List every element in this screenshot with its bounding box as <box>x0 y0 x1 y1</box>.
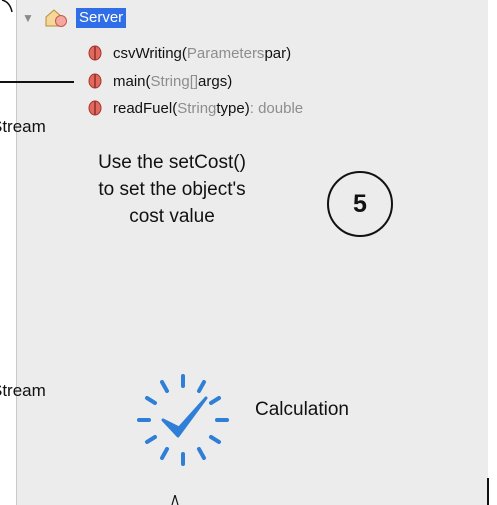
param-type: String[] <box>150 72 199 90</box>
method-icon <box>88 45 102 61</box>
tree-root-row[interactable]: ▼ Server <box>22 7 127 29</box>
panel-right-edge <box>488 0 497 505</box>
method-name: csvWriting( <box>113 44 187 62</box>
param-name: args <box>198 72 228 90</box>
param-name: type <box>216 99 245 117</box>
step-number: 5 <box>353 189 367 218</box>
method-icon <box>88 100 102 116</box>
tree-method-row[interactable]: main(String[] args) <box>88 70 232 92</box>
check-spinner-icon <box>137 374 229 466</box>
return-type: : double <box>249 99 304 117</box>
tree-root-label[interactable]: Server <box>76 8 127 28</box>
arrow-tip-icon <box>171 495 179 505</box>
connector-line <box>0 81 74 83</box>
annotation-text: Use the setCost() to set the object's co… <box>92 149 252 230</box>
param-type: Parameters <box>186 44 265 62</box>
annotation-line: Use the setCost() <box>98 152 246 173</box>
corner-arc <box>1 0 13 13</box>
annotation-line: cost value <box>129 206 215 227</box>
method-name: readFuel( <box>113 99 178 117</box>
disclosure-triangle-icon[interactable]: ▼ <box>22 11 44 25</box>
method-close: ) <box>286 44 292 62</box>
method-name: main( <box>113 72 151 90</box>
outline-panel <box>16 0 489 505</box>
panel-border-mark <box>487 478 489 505</box>
stream-label: Stream <box>0 381 46 400</box>
step-number-badge: 5 <box>327 171 393 237</box>
annotation-line: to set the object's <box>98 179 246 200</box>
param-name: par <box>264 44 287 62</box>
tree-method-row[interactable]: csvWriting(Parameters par) <box>88 42 291 64</box>
class-icon <box>45 9 67 27</box>
method-close: ) <box>227 72 233 90</box>
method-icon <box>88 73 102 89</box>
param-type: String <box>177 99 217 117</box>
tree-method-row[interactable]: readFuel(String type) : double <box>88 97 303 119</box>
stream-label: Stream <box>0 117 46 136</box>
calculation-label: Calculation <box>255 399 349 420</box>
